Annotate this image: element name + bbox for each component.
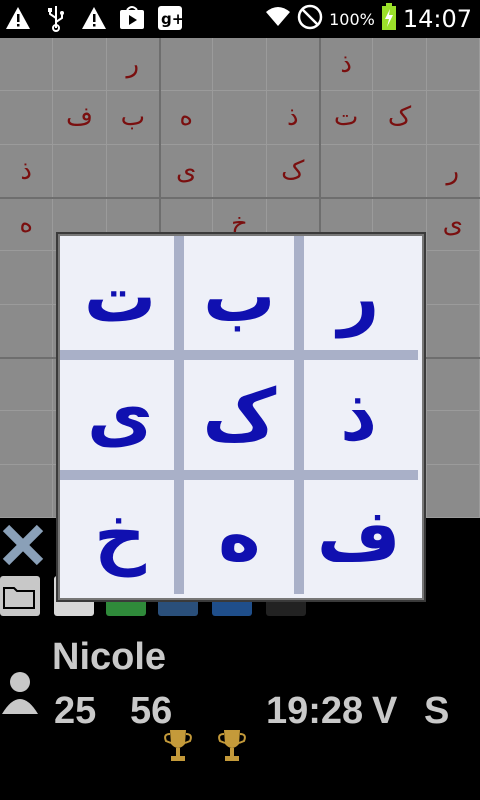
letter-picker: تبریکذخهف — [58, 234, 424, 600]
board-cell[interactable] — [0, 358, 54, 412]
board-cell[interactable] — [426, 38, 480, 92]
board-cell[interactable]: ت — [320, 91, 374, 145]
warning-icon — [80, 4, 108, 32]
cell-letter: ذ — [287, 102, 299, 133]
score-1: 25 — [54, 690, 97, 732]
close-x-icon[interactable] — [0, 522, 46, 568]
cell-letter: ک — [281, 155, 305, 186]
svg-text:g+: g+ — [161, 10, 183, 28]
board-cell[interactable] — [426, 411, 480, 465]
picker-letter-button[interactable]: ی — [60, 355, 180, 475]
board-cell[interactable]: ی — [160, 144, 214, 198]
board-cell[interactable] — [213, 144, 267, 198]
status-bar: g+ 100% 14:07 — [0, 0, 480, 38]
battery-charging-icon — [381, 3, 397, 35]
picker-letter-button[interactable]: ت — [60, 236, 180, 356]
picker-divider — [60, 469, 418, 480]
google-plus-icon: g+ — [156, 4, 184, 32]
board-cell[interactable]: ک — [373, 91, 427, 145]
picker-letter-button[interactable]: ذ — [299, 355, 419, 475]
warning-icon — [4, 4, 32, 32]
picker-divider — [174, 236, 185, 594]
v-label: V — [372, 690, 398, 732]
board-cell[interactable] — [53, 144, 107, 198]
player-name: Nicole — [52, 636, 167, 678]
s-label: S — [424, 690, 450, 732]
cell-letter: ب — [120, 102, 146, 133]
cell-letter: ه — [19, 209, 33, 240]
board-cell[interactable] — [320, 144, 374, 198]
cell-letter: ر — [446, 155, 460, 186]
board-cell[interactable]: ه — [160, 91, 214, 145]
board-cell[interactable] — [53, 38, 107, 92]
board-cell[interactable]: ذ — [0, 144, 54, 198]
picker-letter-button[interactable]: ب — [179, 236, 299, 356]
board-cell[interactable]: ه — [0, 198, 54, 252]
board-cell[interactable] — [0, 251, 54, 305]
board-cell[interactable] — [266, 38, 320, 92]
cell-letter: ی — [175, 155, 197, 186]
usb-icon — [42, 4, 70, 32]
board-cell[interactable] — [213, 91, 267, 145]
picker-letter-button[interactable]: ه — [179, 475, 299, 595]
board-cell[interactable] — [426, 251, 480, 305]
play-store-icon — [118, 4, 146, 32]
board-cell[interactable] — [0, 464, 54, 518]
cell-letter: ک — [387, 102, 412, 133]
board-cell[interactable]: ک — [266, 144, 320, 198]
board-cell[interactable]: ذ — [266, 91, 320, 145]
board-cell[interactable] — [0, 411, 54, 465]
picker-letter-button[interactable]: ک — [179, 355, 299, 475]
board-cell[interactable] — [373, 144, 427, 198]
game-time: 19:28 — [266, 690, 364, 732]
board-cell[interactable] — [0, 304, 54, 358]
trophy-icon — [162, 726, 194, 766]
cell-letter: ی — [442, 209, 463, 240]
picker-letter-button[interactable]: ر — [299, 236, 419, 356]
board-cell[interactable]: ف — [53, 91, 107, 145]
picker-letter-button[interactable]: خ — [60, 475, 180, 595]
board-cell[interactable] — [0, 91, 54, 145]
battery-percent: 100% — [329, 9, 375, 29]
board-cell[interactable] — [160, 38, 214, 92]
board-cell[interactable] — [373, 38, 427, 92]
board-cell[interactable] — [213, 38, 267, 92]
board-cell[interactable] — [426, 464, 480, 518]
board-cell[interactable] — [0, 38, 54, 92]
board-cell[interactable] — [106, 144, 160, 198]
board-cell[interactable]: ب — [106, 91, 160, 145]
cell-letter: ذ — [340, 49, 352, 80]
clock: 14:07 — [402, 5, 472, 33]
board-cell[interactable] — [426, 304, 480, 358]
cell-letter: ه — [179, 102, 193, 133]
trophy-icon — [216, 726, 248, 766]
board-cell[interactable]: ی — [426, 198, 480, 252]
board-cell[interactable] — [426, 358, 480, 412]
cell-letter: ذ — [20, 155, 32, 186]
cell-letter: ف — [66, 102, 93, 133]
picker-divider — [60, 350, 418, 361]
avatar — [0, 668, 40, 716]
wifi-icon — [265, 6, 291, 32]
picker-divider — [293, 236, 304, 594]
cell-letter: ت — [333, 102, 359, 133]
board-cell[interactable]: ذ — [320, 38, 374, 92]
cell-letter: ر — [126, 49, 140, 80]
system-icons: 100% 14:07 — [265, 2, 472, 36]
box-divider — [0, 197, 480, 199]
open-folder-icon[interactable] — [0, 576, 40, 616]
board-cell[interactable]: ر — [426, 144, 480, 198]
board-cell[interactable]: ر — [106, 38, 160, 92]
do-not-disturb-icon — [297, 4, 323, 34]
board-cell[interactable] — [426, 91, 480, 145]
picker-letter-button[interactable]: ف — [299, 475, 419, 595]
notification-icons: g+ — [4, 4, 184, 32]
